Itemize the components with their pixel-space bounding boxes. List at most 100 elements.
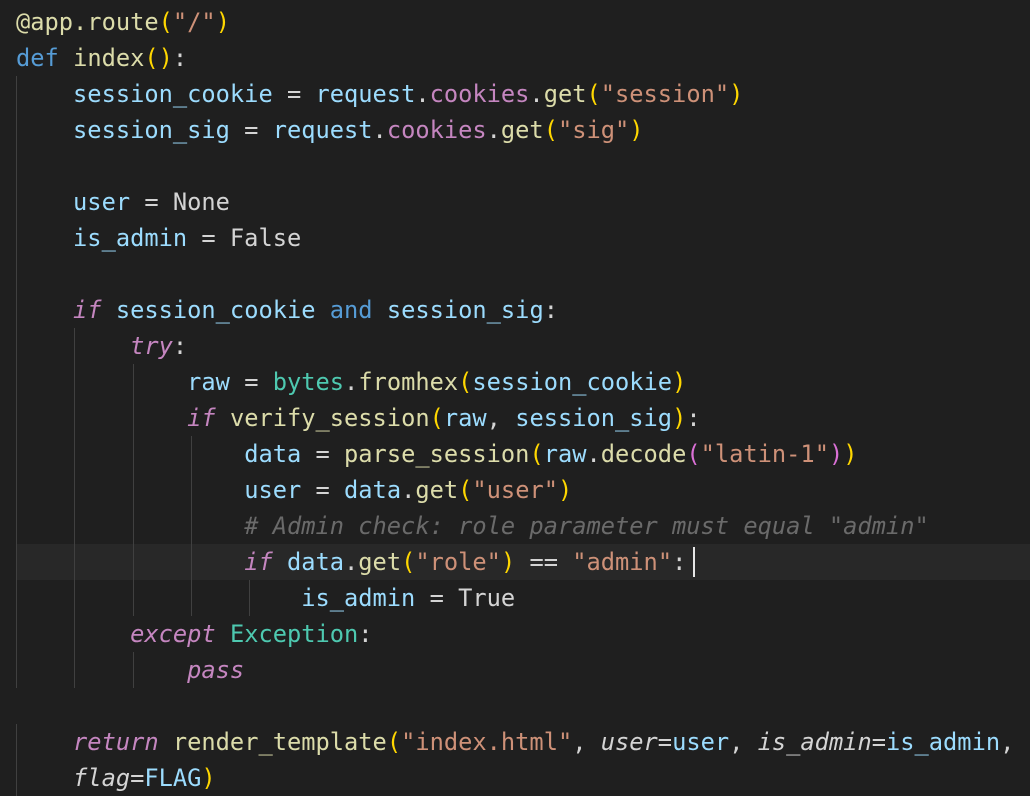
- code-token: =: [301, 440, 345, 468]
- code-token: parse_session: [344, 440, 530, 468]
- code-token: .: [401, 476, 416, 504]
- code-token: ): [672, 368, 687, 396]
- code-line[interactable]: data = parse_session(raw.decode("latin-1…: [16, 436, 858, 472]
- code-token: index: [73, 44, 145, 72]
- code-token: .: [372, 116, 387, 144]
- code-token: cookies: [386, 116, 487, 144]
- code-line[interactable]: raw = bytes.fromhex(session_cookie): [16, 364, 686, 400]
- code-token: "sig": [557, 116, 630, 144]
- code-token: :: [172, 332, 188, 360]
- code-line[interactable]: is_admin = False: [16, 220, 301, 256]
- code-token: is_admin: [757, 728, 872, 756]
- code-token: "index.html": [401, 728, 573, 756]
- code-token: fromhex: [358, 368, 459, 396]
- code-token: if: [244, 548, 273, 576]
- code-token: user: [672, 728, 730, 756]
- code-token: .: [344, 368, 359, 396]
- code-token: except: [130, 620, 216, 648]
- code-token: is_admin: [301, 584, 416, 612]
- code-token: ): [672, 404, 687, 432]
- code-token: request: [315, 80, 416, 108]
- code-line[interactable]: if verify_session(raw, session_sig):: [16, 400, 700, 436]
- code-token: verify_session: [229, 404, 430, 432]
- code-token: (: [586, 80, 601, 108]
- code-token: ,: [572, 728, 601, 756]
- code-token: :: [543, 296, 558, 324]
- code-token: try: [130, 332, 173, 360]
- code-token: raw: [543, 440, 587, 468]
- code-token: raw: [187, 368, 230, 396]
- code-line[interactable]: if data.get("role") == "admin":: [16, 544, 686, 580]
- code-token: (: [458, 368, 473, 396]
- code-token: =: [229, 116, 273, 144]
- code-token: = False: [187, 224, 302, 252]
- code-line[interactable]: is_admin = True: [16, 580, 515, 616]
- code-token: def: [16, 44, 59, 72]
- code-token: =: [871, 728, 886, 756]
- code-line[interactable]: user = data.get("user"): [16, 472, 572, 508]
- code-token: ): [500, 548, 516, 576]
- code-line[interactable]: def index():: [16, 40, 187, 76]
- code-token: get: [358, 548, 402, 576]
- code-token: user: [600, 728, 658, 756]
- code-token: .: [344, 548, 359, 576]
- code-token: "user": [472, 476, 558, 504]
- code-token: .: [415, 80, 430, 108]
- code-line[interactable]: return render_template("index.html", use…: [16, 724, 1014, 760]
- code-token: request: [272, 116, 373, 144]
- code-token: ): [843, 440, 858, 468]
- code-line[interactable]: flag=FLAG): [16, 760, 216, 796]
- code-token: = None: [130, 188, 230, 216]
- code-token: (: [386, 728, 402, 756]
- code-token: ): [729, 80, 744, 108]
- code-token: ,: [486, 404, 516, 432]
- code-line[interactable]: session_sig = request.cookies.get("sig"): [16, 112, 644, 148]
- code-token: "/": [172, 8, 216, 36]
- code-token: get: [543, 80, 587, 108]
- code-line[interactable]: user = None: [16, 184, 230, 220]
- code-token: is_admin: [73, 224, 188, 252]
- code-token: =: [229, 368, 273, 396]
- code-token: session_cookie: [115, 296, 316, 324]
- code-line[interactable]: if session_cookie and session_sig:: [16, 292, 558, 328]
- code-token: Exception: [229, 620, 359, 648]
- code-line[interactable]: pass: [16, 652, 244, 688]
- code-token: raw: [443, 404, 487, 432]
- code-line[interactable]: except Exception:: [16, 616, 373, 652]
- code-token: bytes: [272, 368, 345, 396]
- code-token: cookies: [429, 80, 530, 108]
- code-line[interactable]: @app.route("/"): [16, 4, 230, 40]
- code-token: ): [828, 440, 844, 468]
- code-editor[interactable]: @app.route("/") def index(): session_cook…: [0, 0, 1030, 796]
- code-line[interactable]: session_cookie = request.cookies.get("se…: [16, 76, 743, 112]
- code-token: data: [244, 440, 302, 468]
- code-token: .: [586, 440, 601, 468]
- code-token: # Admin check: role parameter must equal…: [244, 512, 929, 540]
- code-token: (: [543, 116, 558, 144]
- code-token: "admin": [572, 548, 673, 576]
- text-cursor: [693, 547, 695, 577]
- code-token: ): [201, 764, 216, 792]
- code-token: user: [73, 188, 131, 216]
- code-line[interactable]: # Admin check: role parameter must equal…: [16, 508, 929, 544]
- code-token: (: [401, 548, 416, 576]
- code-token: (: [158, 8, 173, 36]
- code-line[interactable]: try:: [16, 328, 187, 364]
- code-token: :: [358, 620, 373, 648]
